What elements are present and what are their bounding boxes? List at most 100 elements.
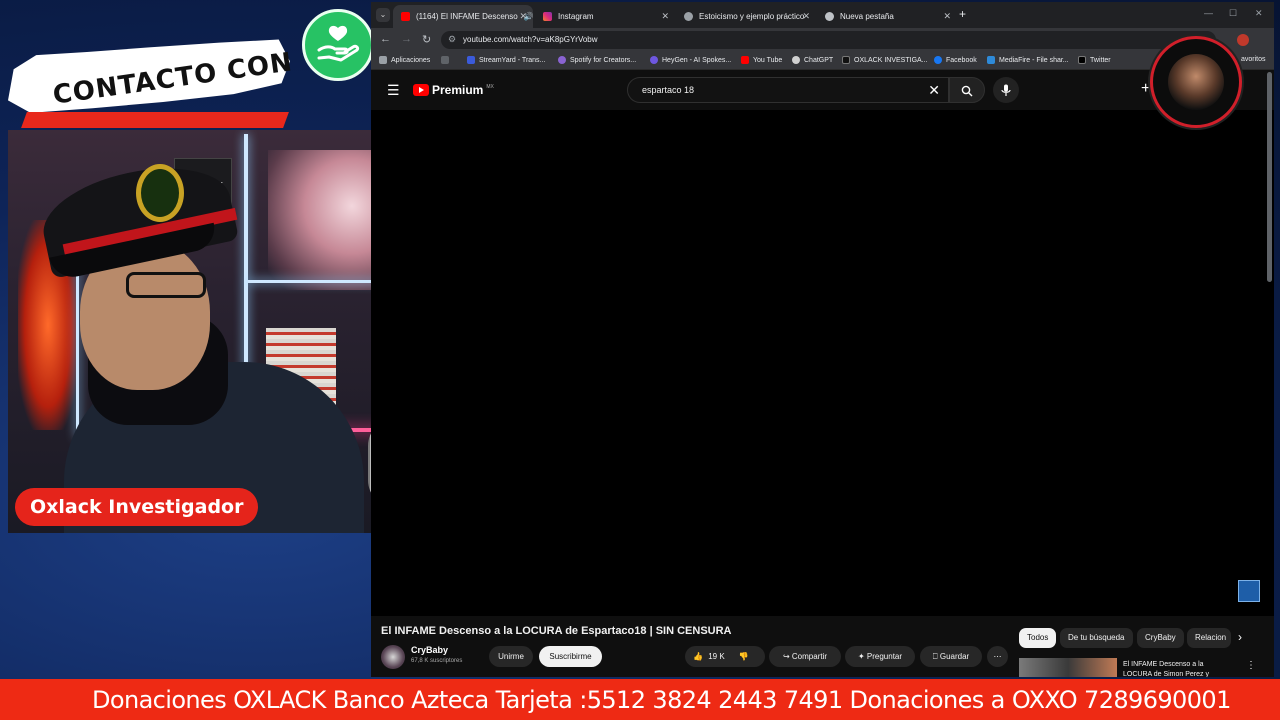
search-button[interactable] (949, 77, 985, 103)
tab-label: (1164) El INFAME Descenso (416, 12, 518, 21)
chip-relacionados[interactable]: Relacion (1187, 628, 1231, 648)
bookmark-label: HeyGen - AI Spokes... (662, 56, 732, 64)
new-tab-button[interactable]: + (959, 7, 966, 21)
bookmark-aplicaciones[interactable]: Aplicaciones (379, 56, 430, 64)
bookmark-streamyard[interactable]: StreamYard - Trans... (467, 56, 545, 64)
video-title: El INFAME Descenso a la LOCURA de Espart… (381, 625, 732, 637)
recommended-title[interactable]: El INFAME Descenso a la LOCURA de Simon … (1123, 660, 1233, 677)
chip-todos[interactable]: Todos (1019, 628, 1057, 648)
bookmark-twitter[interactable]: Twitter (1078, 56, 1111, 64)
bookmark-facebook[interactable]: Facebook (934, 56, 977, 64)
close-window-icon[interactable]: ✕ (1255, 8, 1263, 19)
youtube-icon (741, 56, 749, 64)
voice-search-button[interactable] (993, 77, 1019, 103)
cap-badge (136, 164, 184, 222)
bookmark-label: avoritos (1241, 56, 1266, 63)
address-bar[interactable]: ⚙ youtube.com/watch?v=aK8pGYrVobw (441, 31, 1216, 49)
apps-icon (379, 56, 387, 64)
video-player[interactable] (371, 110, 1274, 616)
chip-crybaby[interactable]: CryBaby (1137, 628, 1184, 648)
search-query: espartaco 18 (642, 85, 695, 95)
host-name-tag: Oxlack Investigador (15, 488, 259, 526)
clear-search-icon[interactable]: ✕ (928, 82, 940, 99)
minimize-icon[interactable]: — (1204, 8, 1213, 18)
bookmark-mediafire[interactable]: MediaFire - File shar... (987, 56, 1069, 64)
recommended-thumbnail[interactable] (1019, 658, 1117, 677)
reload-icon[interactable]: ↻ (422, 33, 431, 46)
bookmark-grid[interactable] (441, 56, 453, 64)
tab-label: Nueva pestaña (840, 12, 894, 21)
create-icon[interactable]: + (1141, 80, 1150, 98)
channel-logo (1150, 36, 1242, 128)
chatgpt-icon (792, 56, 800, 64)
site-info-icon[interactable]: ⚙ (448, 34, 456, 45)
like-count[interactable]: 19 K (708, 652, 724, 661)
save-label: Guardar (939, 652, 970, 661)
chip-de-tu-busqueda[interactable]: De tu búsqueda (1060, 628, 1133, 648)
share-icon: ↪ (782, 652, 790, 661)
url-text: youtube.com/watch?v=aK8pGYrVobw (463, 35, 598, 44)
search-input[interactable]: espartaco 18 ✕ (627, 77, 949, 103)
channel-avatar[interactable] (381, 645, 405, 669)
sparkle-icon: ✦ (857, 652, 865, 661)
thumbs-up-icon[interactable]: 👍 (693, 652, 703, 661)
profile-avatar[interactable] (1237, 34, 1249, 46)
bookmark-label: OXLACK INVESTIGA... (854, 56, 928, 64)
bookmark-spotify[interactable]: Spotify for Creators... (558, 56, 636, 64)
bookmark-youtube[interactable]: You Tube (741, 56, 782, 64)
bookmark-chatgpt[interactable]: ChatGPT (792, 56, 833, 64)
thumbs-down-icon[interactable]: 👎 (739, 652, 749, 661)
ask-label: Preguntar (866, 652, 903, 661)
globe-icon (684, 12, 693, 21)
share-button[interactable]: ↪ Compartir (769, 646, 841, 667)
search-icon (961, 85, 973, 97)
bookmark-label: Facebook (946, 56, 977, 64)
bookmark-label: MediaFire - File shar... (999, 56, 1069, 64)
bookmark-label: Spotify for Creators... (570, 56, 637, 64)
close-icon[interactable]: ✕ (519, 11, 527, 22)
forward-icon[interactable]: → (401, 33, 412, 45)
youtube-icon (401, 12, 410, 21)
bookmark-favoritos[interactable]: avoritos (1241, 56, 1266, 63)
tab-label: Instagram (558, 12, 594, 21)
subscribe-button[interactable]: Suscribirme (539, 646, 602, 667)
youtube-play-icon (413, 84, 429, 96)
tab-instagram[interactable]: Instagram ✕ (535, 5, 675, 28)
contacto-banner: CONTACTO CON (8, 30, 295, 122)
tab-nueva[interactable]: Nueva pestaña ✕ (817, 5, 957, 28)
close-icon[interactable]: ✕ (802, 11, 810, 22)
browser-toolbar: ← → ↻ ⚙ youtube.com/watch?v=aK8pGYrVobw (371, 28, 1274, 52)
bookmark-icon: ⎕ (932, 652, 938, 661)
tab-search-button[interactable]: ⌄ (376, 8, 390, 22)
bookmark-label: Twitter (1090, 56, 1111, 64)
ask-button[interactable]: ✦ Preguntar (845, 646, 915, 667)
bookmark-oxlack[interactable]: OXLACK INVESTIGA... (842, 56, 928, 64)
more-actions-button[interactable]: ⋯ (987, 646, 1008, 667)
microphone-icon (1001, 84, 1011, 96)
channel-name[interactable]: CryBaby (411, 645, 448, 655)
instagram-icon (543, 12, 552, 21)
tab-youtube[interactable]: (1164) El INFAME Descenso 🔊 ✕ (393, 5, 534, 28)
back-icon[interactable]: ← (380, 33, 391, 45)
chevron-right-icon[interactable]: › (1238, 630, 1242, 644)
close-icon[interactable]: ✕ (943, 11, 951, 22)
more-vert-icon[interactable]: ⋮ (1246, 660, 1256, 671)
grid-icon (441, 56, 449, 64)
join-button[interactable]: Unirme (489, 646, 533, 667)
like-dislike-group: 👍 19 K 👎 (685, 646, 765, 667)
facebook-icon (934, 56, 942, 64)
bookmark-heygen[interactable]: HeyGen - AI Spokes... (650, 56, 731, 64)
close-icon[interactable]: ✕ (661, 11, 669, 22)
browser-window: ⌄ (1164) El INFAME Descenso 🔊 ✕ Instagra… (371, 2, 1274, 677)
tab-estoicismo[interactable]: Estoicismo y ejemplo práctico ✕ (676, 5, 816, 28)
share-label: Compartir (791, 652, 828, 661)
maximize-icon[interactable]: ☐ (1229, 8, 1237, 19)
stream-layout: CONTACTO CON OXLACK Oxlack Investigador … (0, 0, 1280, 720)
heart-hand-icon (302, 9, 374, 81)
channel-watermark[interactable] (1238, 580, 1260, 602)
scrollbar[interactable] (1267, 72, 1272, 282)
menu-icon[interactable]: ☰ (387, 82, 400, 99)
save-button[interactable]: ⎕ Guardar (920, 646, 982, 667)
youtube-premium-logo[interactable]: Premium MX (413, 83, 494, 97)
x-icon (1078, 56, 1086, 64)
